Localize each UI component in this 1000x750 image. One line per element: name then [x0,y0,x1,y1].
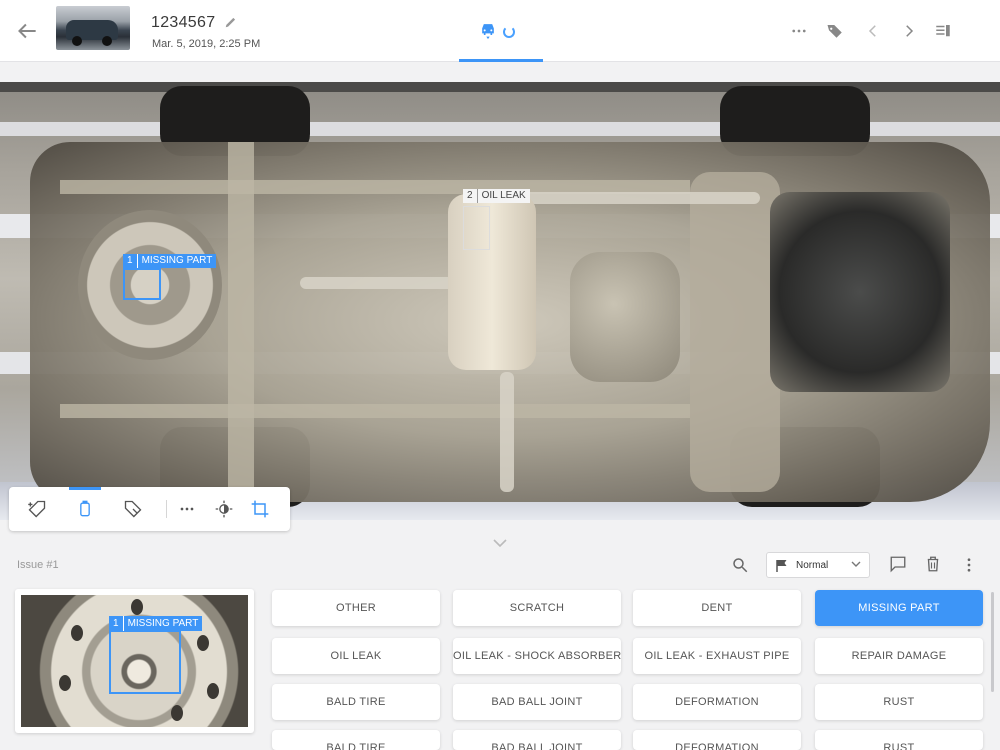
issue-type-dent[interactable]: DENT [633,590,801,626]
more-icon[interactable] [177,499,197,519]
issue-type-bald-tire-2[interactable]: BALD TIRE [272,730,440,750]
annotation-box-oil-leak[interactable] [463,206,490,250]
panel-icon[interactable] [934,22,952,40]
tag-add-icon[interactable] [27,499,47,519]
arrow-left-icon[interactable] [14,18,40,44]
priority-value: Normal [796,560,829,571]
annotation-tag-oil-leak[interactable]: 2 OIL LEAK [463,189,530,203]
kebab-menu-icon[interactable] [960,556,978,574]
pencil-icon[interactable] [224,15,238,29]
issue-type-repair-damage[interactable]: REPAIR DAMAGE [815,638,983,674]
search-icon[interactable] [731,556,749,574]
cylinder-icon[interactable] [75,499,95,519]
chevron-down-icon [851,561,861,567]
top-header: 1234567 Mar. 5, 2019, 2:25 PM [0,0,1000,62]
loading-spinner [503,26,515,38]
issue-type-rust[interactable]: RUST [815,684,983,720]
issue-label: Issue #1 [17,559,59,571]
muffler [448,194,536,370]
tags-icon[interactable] [826,22,844,40]
comment-icon[interactable] [889,555,907,573]
collapse-panel-button[interactable] [452,530,548,558]
annotation-tag-missing-part[interactable]: 1 MISSING PART [123,254,217,268]
issue-type-deformation-2[interactable]: DEFORMATION [633,730,801,750]
priority-dropdown[interactable]: Normal [766,552,870,578]
issue-type-rust-2[interactable]: RUST [815,730,983,750]
crop-annotation-box[interactable] [109,630,181,694]
more-icon[interactable] [790,22,808,40]
issue-type-bald-tire[interactable]: BALD TIRE [272,684,440,720]
wheel-closeup: 1 MISSING PART [21,595,248,727]
issue-type-oil-leak-exhaust-pipe[interactable]: OIL LEAK - EXHAUST PIPE [633,638,801,674]
image-toolbar [9,487,290,531]
issue-type-other[interactable]: OTHER [272,590,440,626]
tag-remove-icon[interactable] [123,499,143,519]
issue-type-oil-leak-shock-absorber[interactable]: OIL LEAK - SHOCK ABSORBER [453,638,621,674]
issue-type-bad-ball-joint-2[interactable]: BAD BALL JOINT [453,730,621,750]
brightness-icon[interactable] [214,499,234,519]
active-tool-indicator [69,487,101,490]
active-tab-indicator [459,59,543,62]
fuel-tank [570,252,680,382]
issue-crop-preview[interactable]: 1 MISSING PART [15,589,254,733]
crop-annotation-tag: 1 MISSING PART [109,616,203,631]
issue-type-deformation[interactable]: DEFORMATION [633,684,801,720]
issue-type-bad-ball-joint[interactable]: BAD BALL JOINT [453,684,621,720]
car-scan-icon[interactable] [478,20,498,40]
crop-icon[interactable] [250,499,270,519]
flag-icon [776,560,787,572]
issue-type-missing-part[interactable]: MISSING PART [815,590,983,626]
issue-type-oil-leak[interactable]: OIL LEAK [272,638,440,674]
undercarriage-image[interactable]: 1 MISSING PART 2 OIL LEAK [0,82,1000,520]
annotation-box-missing-part[interactable] [123,268,161,300]
trash-icon[interactable] [924,555,942,573]
engine-bay [770,192,950,392]
vehicle-thumbnail[interactable] [56,6,130,50]
issue-list-scrollbar[interactable] [991,592,994,692]
chevron-down-icon [493,539,507,548]
chevron-right-icon[interactable] [900,22,918,40]
chevron-left-icon[interactable] [864,22,882,40]
issue-type-scratch[interactable]: SCRATCH [453,590,621,626]
vehicle-title: 1234567 [151,14,216,31]
inspection-date: Mar. 5, 2019, 2:25 PM [152,38,261,50]
